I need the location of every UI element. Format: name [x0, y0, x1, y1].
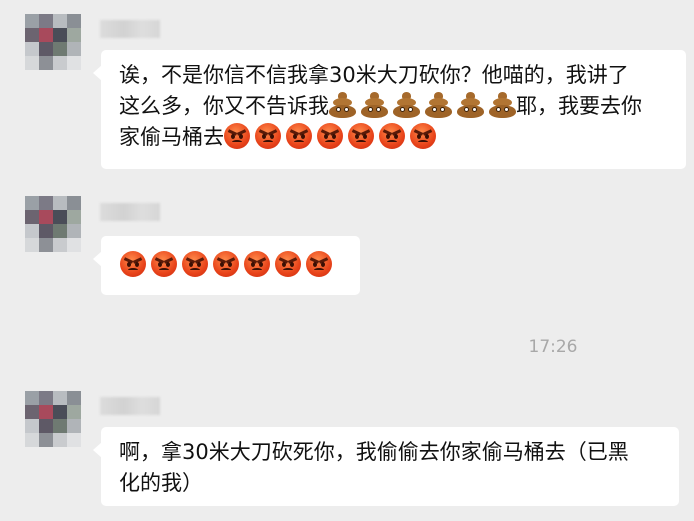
- message-text-line: 化的我）: [119, 471, 203, 495]
- angry-face-icon: [286, 123, 312, 149]
- sender-name: [100, 203, 160, 221]
- emoji-row: [120, 250, 360, 281]
- message-bubble[interactable]: 啊，拿30米大刀砍死你，我偷偷去你家偷马桶去（已黑 化的我）: [93, 427, 679, 506]
- message-text: 这么多，你又不告诉我: [119, 94, 329, 118]
- angry-face-icon: [275, 251, 301, 277]
- poop-icon: [457, 92, 484, 118]
- message-text-line: 家偷马桶去: [119, 122, 672, 153]
- angry-face-icon: [120, 251, 146, 277]
- angry-face-icon: [379, 123, 405, 149]
- message-text-line: 啊，拿30米大刀砍死你，我偷偷去你家偷马桶去（已黑: [119, 440, 629, 464]
- avatar[interactable]: [25, 391, 81, 447]
- poop-icon: [489, 92, 516, 118]
- timestamp: 17:26: [528, 337, 578, 357]
- message-bubble[interactable]: 诶，不是你信不信我拿30米大刀砍你？他喵的，我讲了 这么多，你又不告诉我 耶，我要…: [93, 50, 686, 169]
- sender-name: [100, 397, 160, 415]
- angry-face-icon: [348, 123, 374, 149]
- angry-face-icon: [151, 251, 177, 277]
- sender-name: [100, 20, 160, 38]
- avatar[interactable]: [25, 14, 81, 70]
- message-text-line: 这么多，你又不告诉我 耶，我要去你: [119, 91, 672, 122]
- angry-face-icon: [244, 251, 270, 277]
- angry-face-icon: [410, 123, 436, 149]
- message-text: 家偷马桶去: [119, 125, 224, 149]
- poop-icon: [329, 92, 356, 118]
- avatar[interactable]: [25, 196, 81, 252]
- angry-face-icon: [306, 251, 332, 277]
- poop-icon: [393, 92, 420, 118]
- angry-face-icon: [255, 123, 281, 149]
- poop-icon: [361, 92, 388, 118]
- message-text-line: 诶，不是你信不信我拿30米大刀砍你？他喵的，我讲了: [119, 63, 629, 87]
- message-bubble[interactable]: [93, 236, 360, 295]
- poop-icon: [425, 92, 452, 118]
- angry-face-icon: [317, 123, 343, 149]
- angry-face-icon: [224, 123, 250, 149]
- message-text: 耶，我要去你: [516, 94, 642, 118]
- angry-face-icon: [213, 251, 239, 277]
- angry-face-icon: [182, 251, 208, 277]
